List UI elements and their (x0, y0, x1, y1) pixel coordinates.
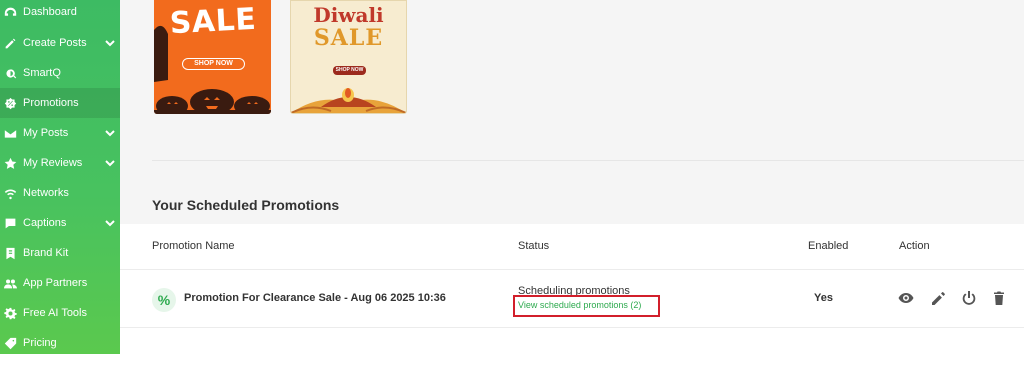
star-icon (3, 156, 17, 170)
dashboard-icon (3, 5, 17, 19)
sidebar-item-dashboard[interactable]: Dashboard (0, 0, 120, 27)
sidebar-item-my-posts[interactable]: My Posts (0, 118, 120, 148)
wifi-icon (3, 186, 17, 200)
diwali-sale-template[interactable]: Diwali SALE SHOP NOW (290, 0, 407, 114)
view-scheduled-promotions-link[interactable]: View scheduled promotions (2) (518, 300, 641, 310)
pumpkins-illustration (154, 89, 271, 114)
template-title: SALE (168, 1, 258, 42)
column-header-name: Promotion Name (152, 240, 235, 252)
sidebar-item-label: SmartQ (23, 67, 61, 79)
chevron-down-icon (105, 38, 115, 48)
sidebar-item-label: Free AI Tools (23, 307, 87, 319)
chevron-down-icon (105, 128, 115, 138)
header-divider (120, 269, 1024, 270)
smartq-icon (3, 66, 17, 80)
template-title: Diwali (313, 3, 384, 27)
sidebar: Dashboard Create Posts SmartQ Promotions… (0, 0, 120, 354)
sidebar-item-label: App Partners (23, 277, 88, 289)
column-header-status: Status (518, 240, 550, 252)
percent-icon: % (152, 288, 176, 312)
eye-icon[interactable] (898, 290, 914, 306)
template-subtitle: SALE (313, 25, 384, 51)
sidebar-item-label: Pricing (23, 337, 57, 349)
chevron-down-icon (105, 218, 115, 228)
sidebar-item-label: Brand Kit (23, 247, 69, 259)
main-content: SALE SHOP NOW Diwali SALE SHOP NOW Your … (120, 0, 1024, 354)
edit-icon[interactable] (930, 290, 946, 306)
shop-now-button: SHOP NOW (182, 58, 245, 70)
sidebar-item-captions[interactable]: Captions (0, 208, 120, 238)
app-page: Dashboard Create Posts SmartQ Promotions… (0, 0, 1024, 380)
sidebar-item-app-partners[interactable]: App Partners (0, 268, 120, 298)
column-header-action: Action (899, 240, 930, 252)
sidebar-item-label: My Posts (23, 127, 69, 139)
column-header-enabled: Enabled (808, 240, 849, 252)
pencil-icon (3, 36, 17, 50)
power-icon[interactable] (961, 290, 977, 306)
brand-kit-icon (3, 246, 17, 260)
tag-icon (3, 336, 17, 350)
sidebar-item-label: Promotions (23, 97, 79, 109)
promotions-icon (3, 96, 17, 110)
sidebar-item-create-posts[interactable]: Create Posts (0, 28, 120, 58)
sidebar-item-promotions[interactable]: Promotions (0, 88, 120, 118)
trash-icon[interactable] (991, 290, 1007, 306)
partners-icon (3, 276, 17, 290)
sidebar-item-pricing[interactable]: Pricing (0, 328, 120, 358)
enabled-value: Yes (814, 292, 833, 304)
sidebar-item-my-reviews[interactable]: My Reviews (0, 148, 120, 178)
scheduled-promotions-table: Promotion Name Status Enabled Action % P… (120, 224, 1024, 354)
section-title: Your Scheduled Promotions (152, 197, 340, 213)
sidebar-item-brand-kit[interactable]: Brand Kit (0, 238, 120, 268)
row-divider (120, 327, 1024, 328)
sidebar-item-label: Captions (23, 217, 67, 229)
sidebar-item-networks[interactable]: Networks (0, 178, 120, 208)
sidebar-item-label: My Reviews (23, 157, 83, 169)
gear-icon (3, 306, 17, 320)
sidebar-item-label: Dashboard (23, 6, 77, 18)
envelope-icon (3, 126, 17, 140)
section-divider (152, 160, 1024, 161)
chat-icon (3, 216, 17, 230)
sidebar-item-smartq[interactable]: SmartQ (0, 58, 120, 88)
diya-illustration (291, 88, 406, 113)
chevron-down-icon (105, 158, 115, 168)
sidebar-item-label: Create Posts (23, 37, 87, 49)
halloween-sale-template[interactable]: SALE SHOP NOW (154, 0, 271, 114)
sidebar-item-free-ai-tools[interactable]: Free AI Tools (0, 298, 120, 328)
promotion-name: Promotion For Clearance Sale - Aug 06 20… (184, 292, 446, 304)
sidebar-item-label: Networks (23, 187, 69, 199)
